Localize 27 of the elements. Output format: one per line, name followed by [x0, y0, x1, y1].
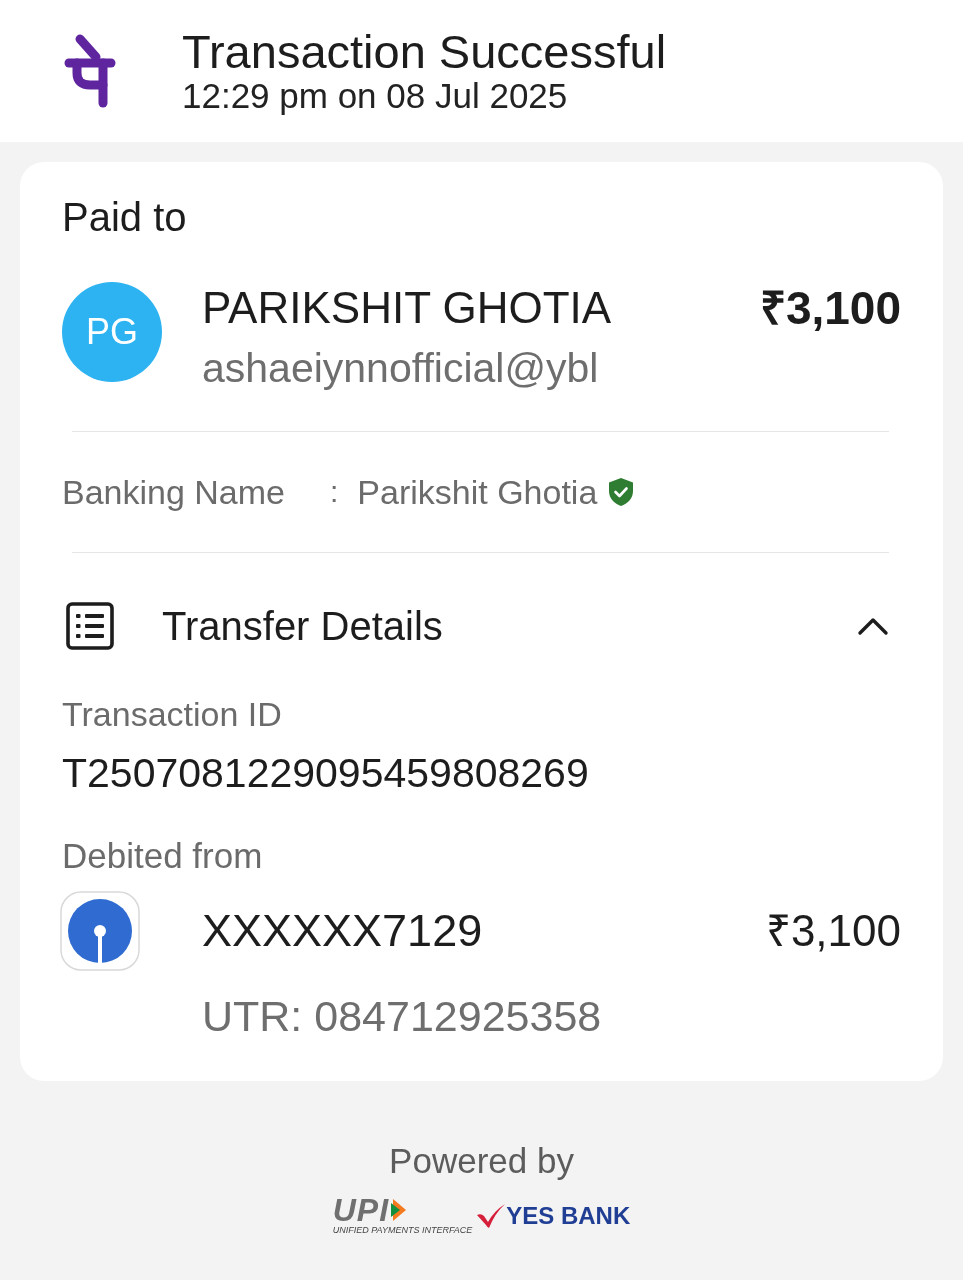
page-title: Transaction Successful — [182, 27, 667, 77]
separator-colon: : — [330, 474, 339, 510]
bank-logo-icon — [60, 891, 140, 971]
transaction-id-value: T2507081229095459808269 — [62, 751, 589, 795]
upi-id: ashaeiynnofficial@ybl — [202, 344, 599, 392]
paid-amount: ₹3,100 — [759, 282, 901, 334]
banking-name-label: Banking Name — [62, 472, 286, 512]
upi-wordmark: UPI — [332, 1195, 390, 1225]
timestamp: 12:29 pm on 08 Jul 2025 — [182, 77, 568, 115]
powered-by-text: Powered by — [389, 1141, 574, 1181]
payee-name: PARIKSHIT GHOTIA — [202, 282, 612, 334]
transfer-details-header[interactable]: Transfer Details — [62, 596, 901, 656]
list-icon — [66, 602, 114, 650]
transaction-id-label: Transaction ID — [62, 694, 282, 734]
upi-tagline: UNIFIED PAYMENTS INTERFACE — [332, 1225, 473, 1236]
avatar: PG — [62, 282, 162, 382]
app-logo-icon — [64, 33, 116, 109]
chevron-up-icon[interactable] — [857, 616, 889, 636]
debited-from-label: Debited from — [62, 836, 263, 876]
triangle-arrow-icon — [391, 1198, 408, 1222]
utr-number: UTR: 084712925358 — [202, 992, 602, 1040]
debited-amount: ₹3,100 — [765, 905, 901, 957]
bank-wordmark: YES BANK — [506, 1200, 631, 1231]
paid-to-heading: Paid to — [62, 194, 187, 241]
account-number: XXXXXX7129 — [202, 905, 483, 957]
check-mark-icon — [476, 1202, 507, 1229]
banking-name-value: Parikshit Ghotia — [357, 472, 598, 512]
